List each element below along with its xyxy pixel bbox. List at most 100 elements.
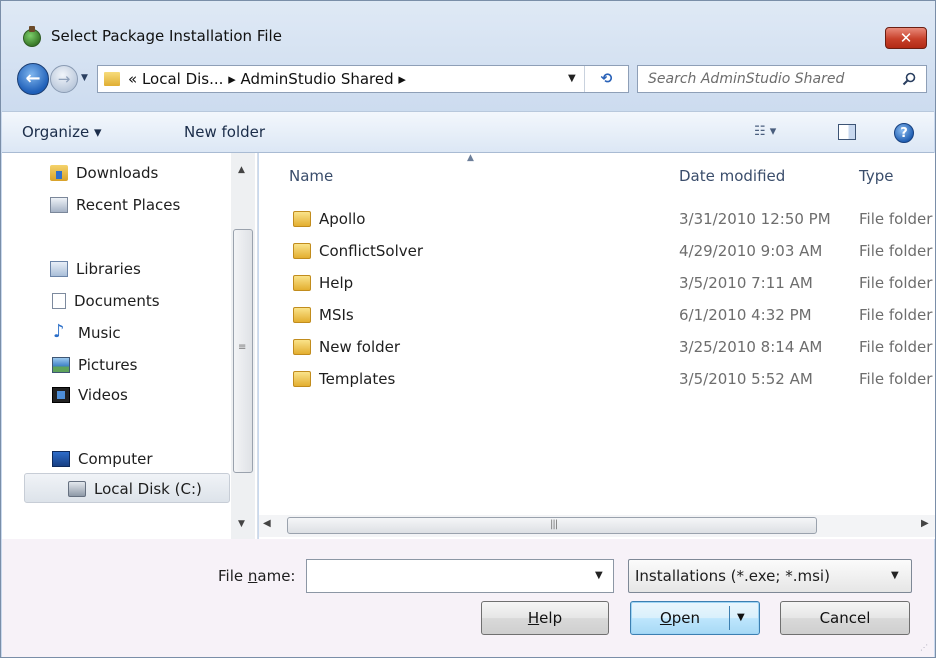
- scroll-left-icon[interactable]: ◀: [263, 518, 271, 529]
- scroll-right-icon[interactable]: ▶: [921, 518, 929, 529]
- file-name: MSIs: [319, 306, 354, 324]
- table-row[interactable]: ConflictSolver 4/29/2010 9:03 AM File fo…: [259, 239, 935, 265]
- breadcrumb[interactable]: « Local Dis... ▸ AdminStudio Shared ▸: [128, 70, 406, 88]
- forward-button[interactable]: →: [50, 65, 78, 93]
- file-name-dropdown-icon[interactable]: ▼: [595, 570, 603, 581]
- horizontal-scrollbar[interactable]: ◀ ||| ▶: [259, 515, 935, 537]
- folder-icon: [293, 307, 311, 323]
- file-date: 3/31/2010 12:50 PM: [679, 210, 831, 228]
- scroll-down-icon[interactable]: ▼: [238, 519, 245, 529]
- file-type: File folder: [859, 274, 933, 292]
- file-name-field[interactable]: ▼: [306, 559, 614, 593]
- preview-pane-icon[interactable]: [838, 124, 856, 140]
- nav-item-videos[interactable]: Videos: [52, 383, 128, 407]
- navigation-pane: Downloads Recent Places Libraries Docume…: [2, 153, 258, 539]
- open-dropdown-icon[interactable]: ▼: [737, 602, 745, 634]
- resize-grip-icon[interactable]: ⋰: [920, 643, 928, 652]
- label-part: File: [218, 567, 248, 585]
- refresh-icon[interactable]: ⟲: [584, 66, 628, 92]
- nav-item-label: Videos: [78, 386, 128, 404]
- table-row[interactable]: Help 3/5/2010 7:11 AM File folder: [259, 271, 935, 297]
- file-list: Name ▲ Date modified Type Apollo 3/31/20…: [259, 153, 935, 539]
- button-label: elp: [539, 609, 563, 627]
- search-icon[interactable]: [902, 72, 916, 86]
- folder-icon: [293, 371, 311, 387]
- computer-icon: [52, 451, 70, 467]
- scroll-thumb[interactable]: ≡: [233, 229, 253, 473]
- nav-item-recent-places[interactable]: Recent Places: [50, 193, 180, 217]
- table-row[interactable]: MSIs 6/1/2010 4:32 PM File folder: [259, 303, 935, 329]
- pictures-icon: [52, 357, 70, 373]
- nav-item-label: Pictures: [78, 356, 138, 374]
- close-button[interactable]: ✕: [885, 27, 927, 49]
- sort-ascending-icon: ▲: [467, 153, 474, 163]
- change-view-icon[interactable]: ☷ ▾: [754, 124, 776, 139]
- cancel-button[interactable]: Cancel: [780, 601, 910, 635]
- file-type: File folder: [859, 338, 933, 356]
- chevron-down-icon: ▼: [891, 570, 899, 581]
- organize-menu[interactable]: Organize ▾: [22, 123, 102, 141]
- file-date: 3/5/2010 7:11 AM: [679, 274, 813, 292]
- recent-places-icon: [50, 197, 68, 213]
- table-row[interactable]: Apollo 3/31/2010 12:50 PM File folder: [259, 207, 935, 233]
- column-header-date[interactable]: Date modified: [679, 167, 785, 185]
- scroll-thumb[interactable]: |||: [287, 517, 817, 534]
- search-input[interactable]: Search AdminStudio Shared: [648, 71, 844, 87]
- recent-pages-dropdown-icon[interactable]: ▼: [81, 73, 88, 83]
- nav-item-computer[interactable]: Computer: [52, 447, 153, 471]
- split-divider: [729, 606, 730, 630]
- title-bar: Select Package Installation File ✕: [1, 1, 935, 63]
- nav-item-libraries[interactable]: Libraries: [50, 257, 141, 281]
- nav-item-local-disk[interactable]: Local Disk (C:): [68, 477, 202, 501]
- back-button[interactable]: ←: [17, 63, 49, 95]
- file-date: 6/1/2010 4:32 PM: [679, 306, 812, 324]
- folder-icon: [293, 339, 311, 355]
- nav-item-label: Computer: [78, 450, 153, 468]
- label-part: ame:: [257, 567, 296, 585]
- column-header-name[interactable]: Name: [289, 167, 333, 185]
- folder-icon: [293, 211, 311, 227]
- help-button[interactable]: Help: [481, 601, 609, 635]
- file-type: File folder: [859, 242, 933, 260]
- videos-icon: [52, 387, 70, 403]
- dialog-window: Select Package Installation File ✕ ← → ▼…: [0, 0, 936, 658]
- nav-item-downloads[interactable]: Downloads: [50, 161, 158, 185]
- nav-item-music[interactable]: Music: [52, 321, 121, 345]
- file-name-label: File name:: [218, 567, 295, 585]
- nav-item-label: Documents: [74, 292, 160, 310]
- nav-vertical-scrollbar[interactable]: ▲ ≡ ▼: [231, 153, 255, 539]
- table-row[interactable]: New folder 3/25/2010 8:14 AM File folder: [259, 335, 935, 361]
- table-row[interactable]: Templates 3/5/2010 5:52 AM File folder: [259, 367, 935, 393]
- file-date: 4/29/2010 9:03 AM: [679, 242, 823, 260]
- search-box[interactable]: Search AdminStudio Shared: [637, 65, 927, 93]
- button-label: pen: [671, 609, 701, 627]
- nav-item-pictures[interactable]: Pictures: [52, 353, 137, 377]
- scroll-up-icon[interactable]: ▲: [238, 165, 245, 175]
- libraries-icon: [50, 261, 68, 277]
- documents-icon: [52, 293, 66, 309]
- window-title: Select Package Installation File: [51, 27, 282, 45]
- help-icon[interactable]: ?: [894, 123, 914, 143]
- address-bar[interactable]: « Local Dis... ▸ AdminStudio Shared ▸ ▼ …: [97, 65, 629, 93]
- nav-item-label: Recent Places: [76, 196, 181, 214]
- label-accesskey: n: [247, 567, 258, 585]
- column-header-type[interactable]: Type: [859, 167, 893, 185]
- nav-item-documents[interactable]: Documents: [52, 289, 160, 313]
- file-type-value: Installations (*.exe; *.msi): [635, 567, 830, 585]
- file-type-select[interactable]: Installations (*.exe; *.msi) ▼: [628, 559, 912, 593]
- dialog-footer: File name: ▼ Installations (*.exe; *.msi…: [2, 539, 934, 657]
- folder-icon: [293, 243, 311, 259]
- app-icon: [23, 26, 41, 47]
- open-button[interactable]: Open ▼: [630, 601, 760, 635]
- grip-icon: |||: [550, 519, 558, 530]
- file-date: 3/25/2010 8:14 AM: [679, 338, 823, 356]
- open-button-label[interactable]: Open: [631, 602, 729, 634]
- file-name: New folder: [319, 338, 401, 356]
- nav-item-label: Downloads: [76, 164, 159, 182]
- button-accesskey: O: [659, 609, 672, 627]
- nav-item-label: Libraries: [76, 260, 141, 278]
- file-name: Apollo: [319, 210, 366, 228]
- new-folder-button[interactable]: New folder: [184, 123, 265, 141]
- address-dropdown-icon[interactable]: ▼: [568, 73, 576, 84]
- music-icon: [52, 321, 70, 342]
